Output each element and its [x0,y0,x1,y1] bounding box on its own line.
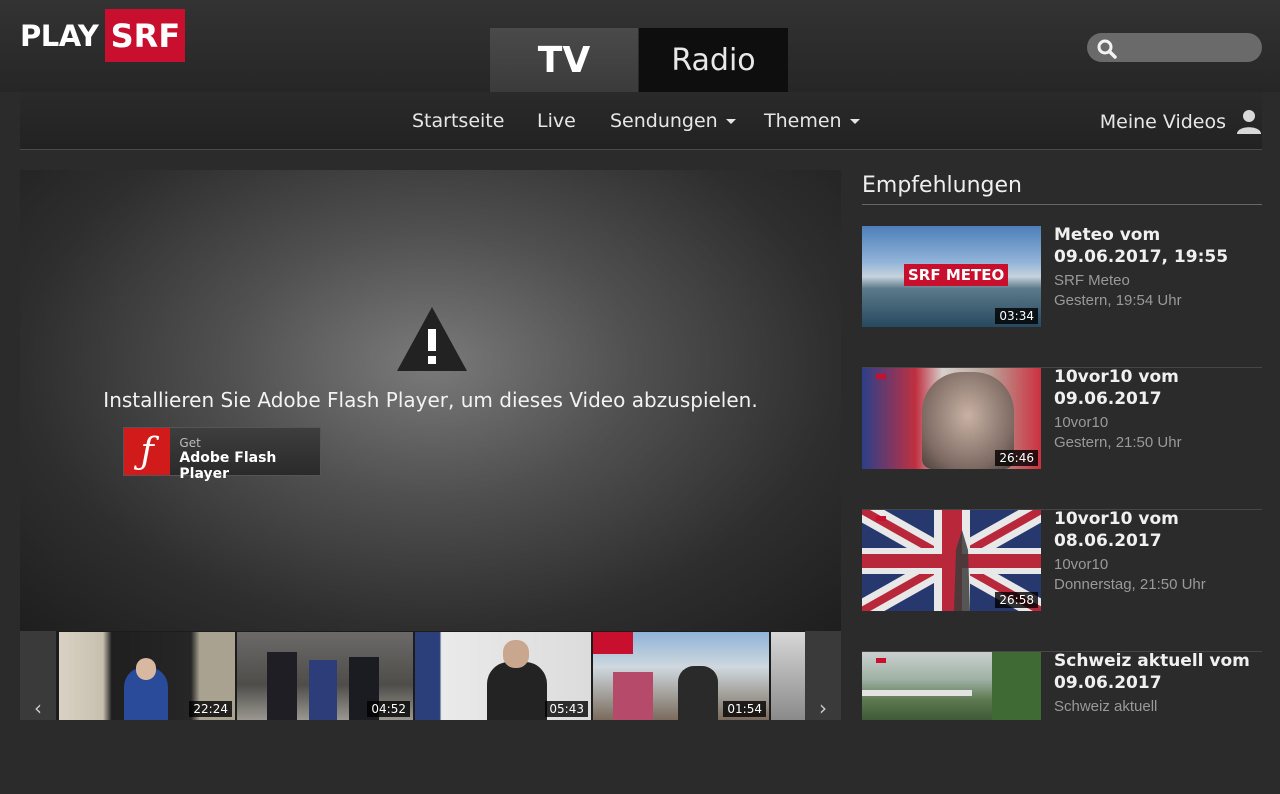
strip-next-button[interactable]: › [805,631,841,720]
flash-name-label: Adobe Flash Player [179,450,277,482]
video-player[interactable]: Installieren Sie Adobe Flash Player, um … [20,170,841,631]
strip-thumbnail[interactable]: 04:52 [237,632,413,720]
srf-mini-logo [876,658,886,663]
thumbnail-figure [862,690,972,696]
recommendation-title[interactable]: Schweiz aktuell vom 09.06.2017 [1054,650,1262,694]
thumbnail-figure [309,660,337,720]
duration-badge: 22:24 [189,701,232,717]
srf-mini-logo [876,516,886,521]
srf-mini-logo [876,374,886,379]
duration-badge: 26:58 [995,592,1038,608]
search-input[interactable] [1087,33,1262,62]
recommendation-thumbnail[interactable]: 26:46 [862,368,1041,469]
chevron-down-icon [725,119,736,124]
strip-prev-button[interactable]: ‹ [20,631,56,720]
warning-icon [397,307,467,371]
duration-badge: 03:34 [995,308,1038,324]
recommendation-title[interactable]: 10vor10 vom 09.06.2017 [1054,366,1262,410]
main-navigation: Startseite Live Sendungen Themen Meine V… [20,92,1262,150]
get-flash-player-button[interactable]: ƒ Get Adobe Flash Player [123,427,321,482]
strip-thumbnail[interactable]: 22:24 [59,632,235,720]
recommendation-title[interactable]: 10vor10 vom 08.06.2017 [1054,508,1262,552]
flash-logo-icon: ƒ [124,428,171,475]
chevron-right-icon: › [819,696,827,720]
strip-thumbnail[interactable]: 05:43 [415,632,591,720]
meteo-logo-text: SRF METEO [908,266,1005,284]
thumbnail-figure [593,632,633,654]
nav-item-startseite[interactable]: Startseite [412,110,504,132]
chevron-left-icon: ‹ [34,696,42,720]
search-icon[interactable] [1096,38,1118,60]
recommendation-item[interactable]: 26:58 10vor10 vom 08.06.2017 10vor10 Don… [862,508,1262,652]
play-srf-logo[interactable]: PLAY SRF [20,9,186,62]
chevron-down-icon [849,119,860,124]
recommendation-date: Donnerstag, 21:50 Uhr [1054,576,1206,593]
nav-item-themen[interactable]: Themen [764,110,860,132]
recommendations-title: Empfehlungen [862,173,1022,198]
duration-badge: 05:43 [545,701,588,717]
strip-thumbnail[interactable]: 01:54 [593,632,769,720]
nav-item-live[interactable]: Live [537,110,576,132]
header: PLAY SRF TV Radio [0,0,1280,92]
thumbnail-figure [267,652,297,720]
recommendation-date: Gestern, 19:54 Uhr [1054,292,1182,309]
recommendation-thumbnail[interactable]: 26:58 [862,510,1041,611]
recommendation-show: 10vor10 [1054,556,1109,573]
recommendation-show: Schweiz aktuell [1054,698,1158,715]
tab-tv[interactable]: TV [490,28,638,92]
nav-item-sendungen[interactable]: Sendungen [610,110,736,132]
thumbnail-figure [136,658,156,680]
duration-badge: 01:54 [723,701,766,717]
recommendation-date: Gestern, 21:50 Uhr [1054,434,1182,451]
logo-srf-badge: SRF [105,9,186,62]
nav-item-sendungen-label: Sendungen [610,110,718,132]
recommendation-show: SRF Meteo [1054,272,1130,289]
thumbnail-figure [992,652,1041,720]
related-video-strip: ‹ 22:24 04:52 05:43 01:54 › [20,631,841,720]
strip-thumbnail[interactable] [771,632,805,720]
user-icon[interactable] [1236,108,1262,134]
recommendation-item[interactable]: SRF METEO 03:34 Meteo vom 09.06.2017, 19… [862,224,1262,368]
duration-badge: 26:46 [995,450,1038,466]
logo-play-text: PLAY [20,18,99,53]
thumbnail-figure [678,666,718,720]
flash-message: Installieren Sie Adobe Flash Player, um … [103,388,758,412]
recommendation-thumbnail[interactable]: SRF METEO 03:34 [862,226,1041,327]
recommendation-title[interactable]: Meteo vom 09.06.2017, 19:55 [1054,224,1262,268]
meteo-logo: SRF METEO [904,264,1009,286]
recommendation-item[interactable]: 26:46 10vor10 vom 09.06.2017 10vor10 Ges… [862,366,1262,510]
thumbnail-figure [503,640,529,668]
recommendation-item[interactable]: Schweiz aktuell vom 09.06.2017 Schweiz a… [862,650,1262,794]
divider [862,204,1262,205]
duration-badge: 04:52 [367,701,410,717]
flash-get-label: Get [179,436,201,450]
meine-videos-link[interactable]: Meine Videos [1100,111,1226,133]
thumbnail-figure [613,672,653,720]
nav-item-themen-label: Themen [764,110,842,132]
recommendation-show: 10vor10 [1054,414,1109,431]
recommendation-thumbnail[interactable] [862,652,1041,720]
thumbnail-figure [487,662,547,720]
tab-radio[interactable]: Radio [639,28,788,92]
